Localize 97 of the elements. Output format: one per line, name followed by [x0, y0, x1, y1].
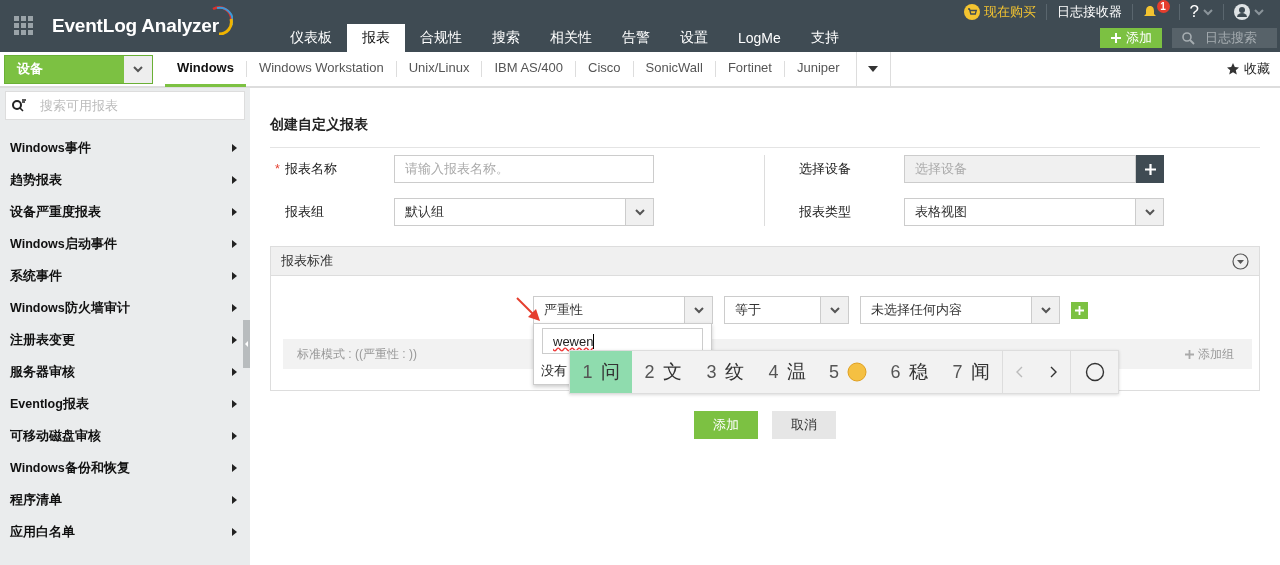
sidebar-item[interactable]: 系统事件 — [5, 260, 245, 292]
sidebar-item[interactable]: Windows启动事件 — [5, 228, 245, 260]
sidebar-item[interactable]: 趋势报表 — [5, 164, 245, 196]
chevron-left-icon — [1016, 366, 1023, 378]
search-icon — [12, 99, 26, 112]
caret-down-icon[interactable] — [868, 66, 879, 72]
ime-candidate[interactable]: 5 — [818, 351, 878, 393]
ime-candidate[interactable]: 4 温 — [756, 351, 818, 393]
required-mark: * — [275, 162, 280, 176]
field-select[interactable]: 严重性 — [533, 296, 713, 324]
section-title: 报表标准 — [281, 252, 333, 270]
report-group-select[interactable]: 默认组 — [394, 198, 654, 226]
nav-tab[interactable]: 搜索 — [477, 24, 535, 52]
cancel-button[interactable]: 取消 — [772, 411, 836, 439]
buy-now-link[interactable]: 现在购买 — [983, 3, 1036, 21]
add-device-button[interactable] — [1136, 155, 1164, 183]
ime-candidate[interactable]: 7 闻 — [940, 351, 1002, 393]
chevron-down-icon — [693, 306, 704, 314]
caret-right-icon — [232, 496, 237, 504]
caret-right-icon — [232, 272, 237, 280]
sidebar-item[interactable]: Windows防火墙审计 — [5, 292, 245, 324]
plus-icon — [1144, 163, 1156, 175]
sidebar-item[interactable]: 服务器审核 — [5, 356, 245, 388]
plus-icon — [1185, 349, 1194, 359]
notification-badge: 1 — [1156, 0, 1170, 13]
caret-right-icon — [232, 400, 237, 408]
caret-right-icon — [232, 304, 237, 312]
caret-right-icon — [232, 208, 237, 216]
report-name-input[interactable]: 请输入报表名称。 — [394, 155, 654, 183]
logo-text: EventLog Analyzer — [52, 15, 219, 37]
device-tab[interactable]: IBM AS/400 — [482, 51, 576, 87]
chevron-down-icon — [829, 306, 840, 314]
caret-right-icon — [232, 464, 237, 472]
device-tab[interactable]: Unix/Linux — [396, 51, 482, 87]
field-label: 报表组 — [285, 203, 324, 221]
grid-icon[interactable] — [14, 16, 34, 36]
caret-right-icon — [232, 240, 237, 248]
ime-candidate[interactable]: 1 问 — [570, 351, 632, 393]
sidebar-item[interactable]: 注册表变更 — [5, 324, 245, 356]
no-results-text: 没有 — [541, 363, 567, 380]
device-tab[interactable]: Windows Workstation — [246, 51, 396, 87]
operator-select[interactable]: 等于 — [724, 296, 849, 324]
caret-right-icon — [232, 528, 237, 536]
criteria-pattern: 标准模式 : ((严重性 : )) — [297, 345, 417, 363]
nav-tab[interactable]: 报表 — [347, 24, 405, 52]
nav-tab[interactable]: 仪表板 — [275, 24, 347, 52]
plus-icon — [1075, 305, 1084, 315]
chevron-down-icon — [1144, 208, 1155, 216]
user-avatar-icon[interactable] — [1234, 4, 1250, 20]
chevron-down-icon — [1203, 8, 1213, 16]
sidebar-item[interactable]: 应用白名单 — [5, 516, 245, 548]
sidebar-item[interactable]: Windows事件 — [5, 132, 245, 164]
caret-right-icon — [232, 176, 237, 184]
field-label: 选择设备 — [799, 160, 851, 178]
ime-candidate[interactable]: 3 纹 — [694, 351, 756, 393]
field-label: 报表名称 — [284, 160, 337, 178]
chevron-down-icon — [133, 65, 143, 73]
device-tab[interactable]: Cisco — [576, 51, 633, 87]
device-input[interactable]: 选择设备 — [904, 155, 1136, 183]
chevron-down-icon — [1040, 306, 1051, 314]
chevron-down-icon — [1254, 8, 1264, 16]
caret-right-icon — [232, 144, 237, 152]
collapse-circle-icon[interactable] — [1232, 252, 1249, 270]
device-tab[interactable]: Fortinet — [715, 51, 784, 87]
log-receiver-link[interactable]: 日志接收器 — [1056, 3, 1122, 21]
chevron-down-icon — [634, 208, 645, 216]
nav-tab[interactable]: 告警 — [607, 24, 665, 52]
device-tab[interactable]: Juniper — [784, 51, 852, 87]
caret-right-icon — [232, 336, 237, 344]
nav-tab[interactable]: LogMe — [723, 24, 796, 52]
ime-candidate[interactable]: 2 文 — [632, 351, 694, 393]
sidebar-item[interactable]: Windows备份和恢复 — [5, 452, 245, 484]
chevron-right-icon — [1049, 366, 1057, 378]
report-type-select[interactable]: 表格视图 — [904, 198, 1164, 226]
sidebar-item[interactable]: Eventlog报表 — [5, 388, 245, 420]
nav-tab[interactable]: 合规性 — [405, 24, 477, 52]
ime-candidate[interactable]: 6 稳 — [878, 351, 940, 393]
caret-right-icon — [232, 432, 237, 440]
value-select[interactable]: 未选择任何内容 — [860, 296, 1060, 324]
pointer-arrow-icon — [516, 297, 542, 323]
sidebar-item[interactable]: 可移动磁盘审核 — [5, 420, 245, 452]
cart-icon — [963, 4, 980, 20]
collapse-handle[interactable] — [243, 320, 250, 368]
nav-tab[interactable]: 设置 — [665, 24, 723, 52]
search-icon — [1182, 31, 1195, 45]
caret-right-icon — [232, 368, 237, 376]
page-title: 创建自定义报表 — [270, 116, 1260, 148]
nav-tab[interactable]: 相关性 — [535, 24, 607, 52]
device-tab[interactable]: SonicWall — [633, 51, 715, 87]
sidebar-item[interactable]: 程序清单 — [5, 484, 245, 516]
field-label: 报表类型 — [799, 203, 851, 221]
plus-icon — [1110, 33, 1121, 43]
sidebar-item[interactable]: 设备严重度报表 — [5, 196, 245, 228]
favorites-link[interactable]: 收藏 — [1227, 60, 1270, 78]
star-icon — [1227, 63, 1239, 75]
help-button[interactable]: ? — [1189, 2, 1199, 22]
nav-tab[interactable]: 支持 — [795, 24, 854, 52]
